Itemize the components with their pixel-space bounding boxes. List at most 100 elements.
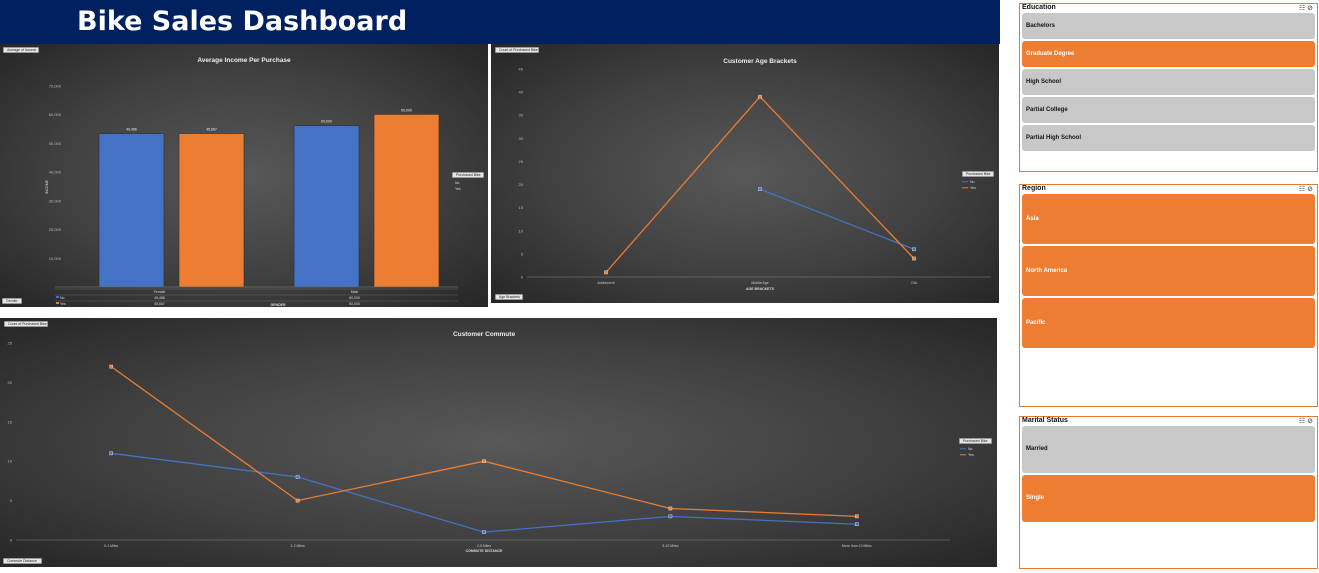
y-tick-label: 10 [519,228,524,233]
y-tick-label: 0 [521,275,524,280]
y-tick-label: 45 [519,67,524,72]
data-label: 45,667 [206,128,217,132]
legend-item: Yes [968,453,974,457]
commute-filter-button[interactable]: Count of Purchased Bike [4,321,48,327]
y-axis-title: INCOME [45,179,49,194]
y-tick-label: 50,000 [49,141,62,146]
data-label: 49,466 [126,128,137,132]
slicer-option-married[interactable]: Married [1022,426,1315,473]
x-axis-title: GENDER [271,303,286,307]
legend-item: Yes [455,187,461,191]
x-category-label: Old [911,281,917,285]
table-key-yes [56,302,59,304]
x-category-label: Female [154,290,166,294]
table-cell: 49,466 [154,296,165,300]
data-point-no [912,247,916,252]
commute-axis-button[interactable]: Commute Distance [3,558,42,564]
purchased-legend-button[interactable]: Purchased Bike [452,172,484,178]
chart-title: Customer Age Brackets [723,58,797,65]
slicer-option-asia[interactable]: Asia [1022,194,1315,244]
data-point-no [668,514,673,519]
table-key-no [56,296,59,298]
clear-filter-icon[interactable]: ⊘ [1307,5,1313,12]
slicer-option-pacific[interactable]: Pacific [1022,298,1315,348]
data-point-yes [109,364,113,369]
y-tick-label: 20,000 [49,227,62,232]
y-tick-label: 40 [519,90,524,95]
multi-select-icon[interactable]: ☷ [1299,5,1305,12]
slicer-option-high-school[interactable]: High School [1022,69,1315,95]
y-tick-label: 20 [8,380,13,385]
y-tick-label: 20 [519,182,524,187]
data-point-no [482,530,486,534]
x-category-label: More than 10 Miles [842,544,872,548]
age-legend-button[interactable]: Purchased Bike [962,171,994,177]
series-line-no [759,188,915,250]
series-line-no [111,452,857,533]
data-point-no [758,187,762,191]
y-tick-label: 5 [10,498,13,503]
commute-line-chart: Customer Commute 0 5 10 15 20 25 0-1 Miles 1-2 M… [8,331,974,553]
bar-no [293,125,360,288]
data-point-yes [482,459,486,464]
data-point-yes [295,498,300,503]
table-cell: 60,000 [349,296,360,300]
data-point-yes [668,506,673,511]
x-category-label: Middle Age [751,281,768,285]
age-filter-button[interactable]: Count of Purchased Bike [495,47,539,53]
y-tick-label: 15 [8,419,13,424]
y-tick-label: 10,000 [49,256,62,261]
clear-filter-icon[interactable]: ⊘ [1307,418,1313,425]
x-category-label: 5-10 Miles [662,544,678,548]
data-point-yes [758,94,762,99]
data-label: 50,000 [401,108,412,112]
commute-legend-button[interactable]: Purchased Bike [959,438,992,444]
table-cell: 50,000 [349,302,360,306]
marital-slicer: Marital Status ☷ ⊘ Married Single [1019,416,1318,569]
bar-yes [373,114,440,288]
bar-yes [178,133,245,288]
y-tick-label: 25 [8,341,13,346]
slicer-option-partial-college[interactable]: Partial College [1022,97,1315,123]
bar-no [98,133,165,288]
multi-select-icon[interactable]: ☷ [1299,186,1305,193]
slicer-option-partial-high-school[interactable]: Partial High School [1022,125,1315,151]
y-tick-label: 60,000 [49,112,62,117]
y-tick-label: 15 [519,205,524,210]
commute-chart-panel[interactable]: Customer Commute 0 5 10 15 20 25 0-1 Miles 1-2 M… [0,318,997,567]
income-chart-panel[interactable]: Average Income Per Purchase 10,000 20,000 3… [0,44,488,307]
clear-filter-icon[interactable]: ⊘ [1307,186,1313,193]
age-chart-panel[interactable]: Customer Age Brackets 0 5 10 15 20 25 30 35 40 45 A… [491,44,999,303]
x-category-label: Adolescent [597,281,614,285]
slicer-option-north-america[interactable]: North America [1022,246,1315,296]
legend-item: Yes [970,186,976,190]
series-line-yes [110,366,857,518]
age-line-chart: Customer Age Brackets 0 5 10 15 20 25 30 35 40 45 A… [519,58,991,291]
multi-select-icon[interactable]: ☷ [1299,418,1305,425]
x-category-label: 2-5 Miles [477,544,491,548]
dashboard-title-banner: Bike Sales Dashboard [0,0,1000,44]
income-bar-chart: Average Income Per Purchase 10,000 20,000 3… [45,57,461,307]
y-tick-label: 0 [10,538,13,543]
table-cell: 45,667 [154,302,165,306]
age-axis-button[interactable]: Age Brackets [495,294,523,300]
y-tick-label: 40,000 [49,170,62,175]
region-slicer: Region ☷ ⊘ Asia North America Pacific [1019,184,1318,407]
series-line-yes [605,95,915,273]
gender-axis-button[interactable]: Gender [2,298,22,304]
legend-item: No [455,181,460,185]
dashboard-title: Bike Sales Dashboard [77,6,408,37]
slicer-option-single[interactable]: Single [1022,475,1315,522]
table-row-label: Yes [60,302,66,306]
marital-slicer-title: Marital Status [1022,417,1068,424]
income-filter-button[interactable]: Average of Income [3,47,39,53]
slicer-option-graduate-degree[interactable]: Graduate Degree [1022,41,1315,67]
y-tick-label: 35 [519,113,524,118]
data-point-no [295,475,300,479]
slicer-option-bachelors[interactable]: Bachelors [1022,13,1315,39]
y-tick-label: 70,000 [49,84,62,89]
x-category-label: 0-1 Miles [104,544,118,548]
data-point-yes [855,514,859,519]
x-category-label: Male [351,290,359,294]
education-slicer: Education ☷ ⊘ Bachelors Graduate Degree Hi… [1019,3,1318,172]
